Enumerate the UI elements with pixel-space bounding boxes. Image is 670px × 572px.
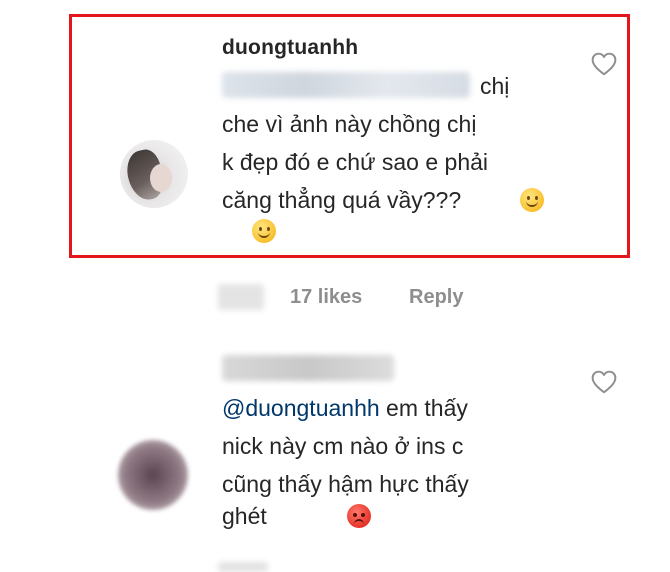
blurred-timestamp (218, 562, 268, 572)
angry-emoji-icon (346, 504, 371, 528)
comment-text-line: chị (480, 73, 510, 99)
avatar[interactable] (118, 440, 188, 510)
mention-link[interactable]: @duongtuanhh (222, 395, 380, 421)
blurred-username[interactable] (222, 355, 394, 381)
comment-text-line: ghét (222, 503, 267, 529)
comment-text-line: k đẹp đó e chứ sao e phải (222, 149, 489, 175)
comment-text-line: @duongtuanhh em thấy (222, 395, 468, 421)
smile-emoji-icon (520, 188, 544, 212)
blurred-timestamp (218, 284, 264, 310)
comment-text-line: nick này cm nào ở ins c (222, 433, 464, 459)
blurred-mention (222, 72, 470, 98)
comment-text-line: che vì ảnh này chồng chị (222, 111, 477, 137)
reply-button[interactable]: Reply (409, 286, 463, 309)
heart-outline-icon[interactable] (591, 370, 617, 394)
avatar[interactable] (120, 140, 188, 208)
likes-count[interactable]: 17 likes (290, 286, 362, 309)
heart-outline-icon[interactable] (591, 52, 617, 76)
comment-text-line: căng thẳng quá vầy??? (222, 187, 462, 213)
comment-username[interactable]: duongtuanhh (222, 36, 358, 60)
